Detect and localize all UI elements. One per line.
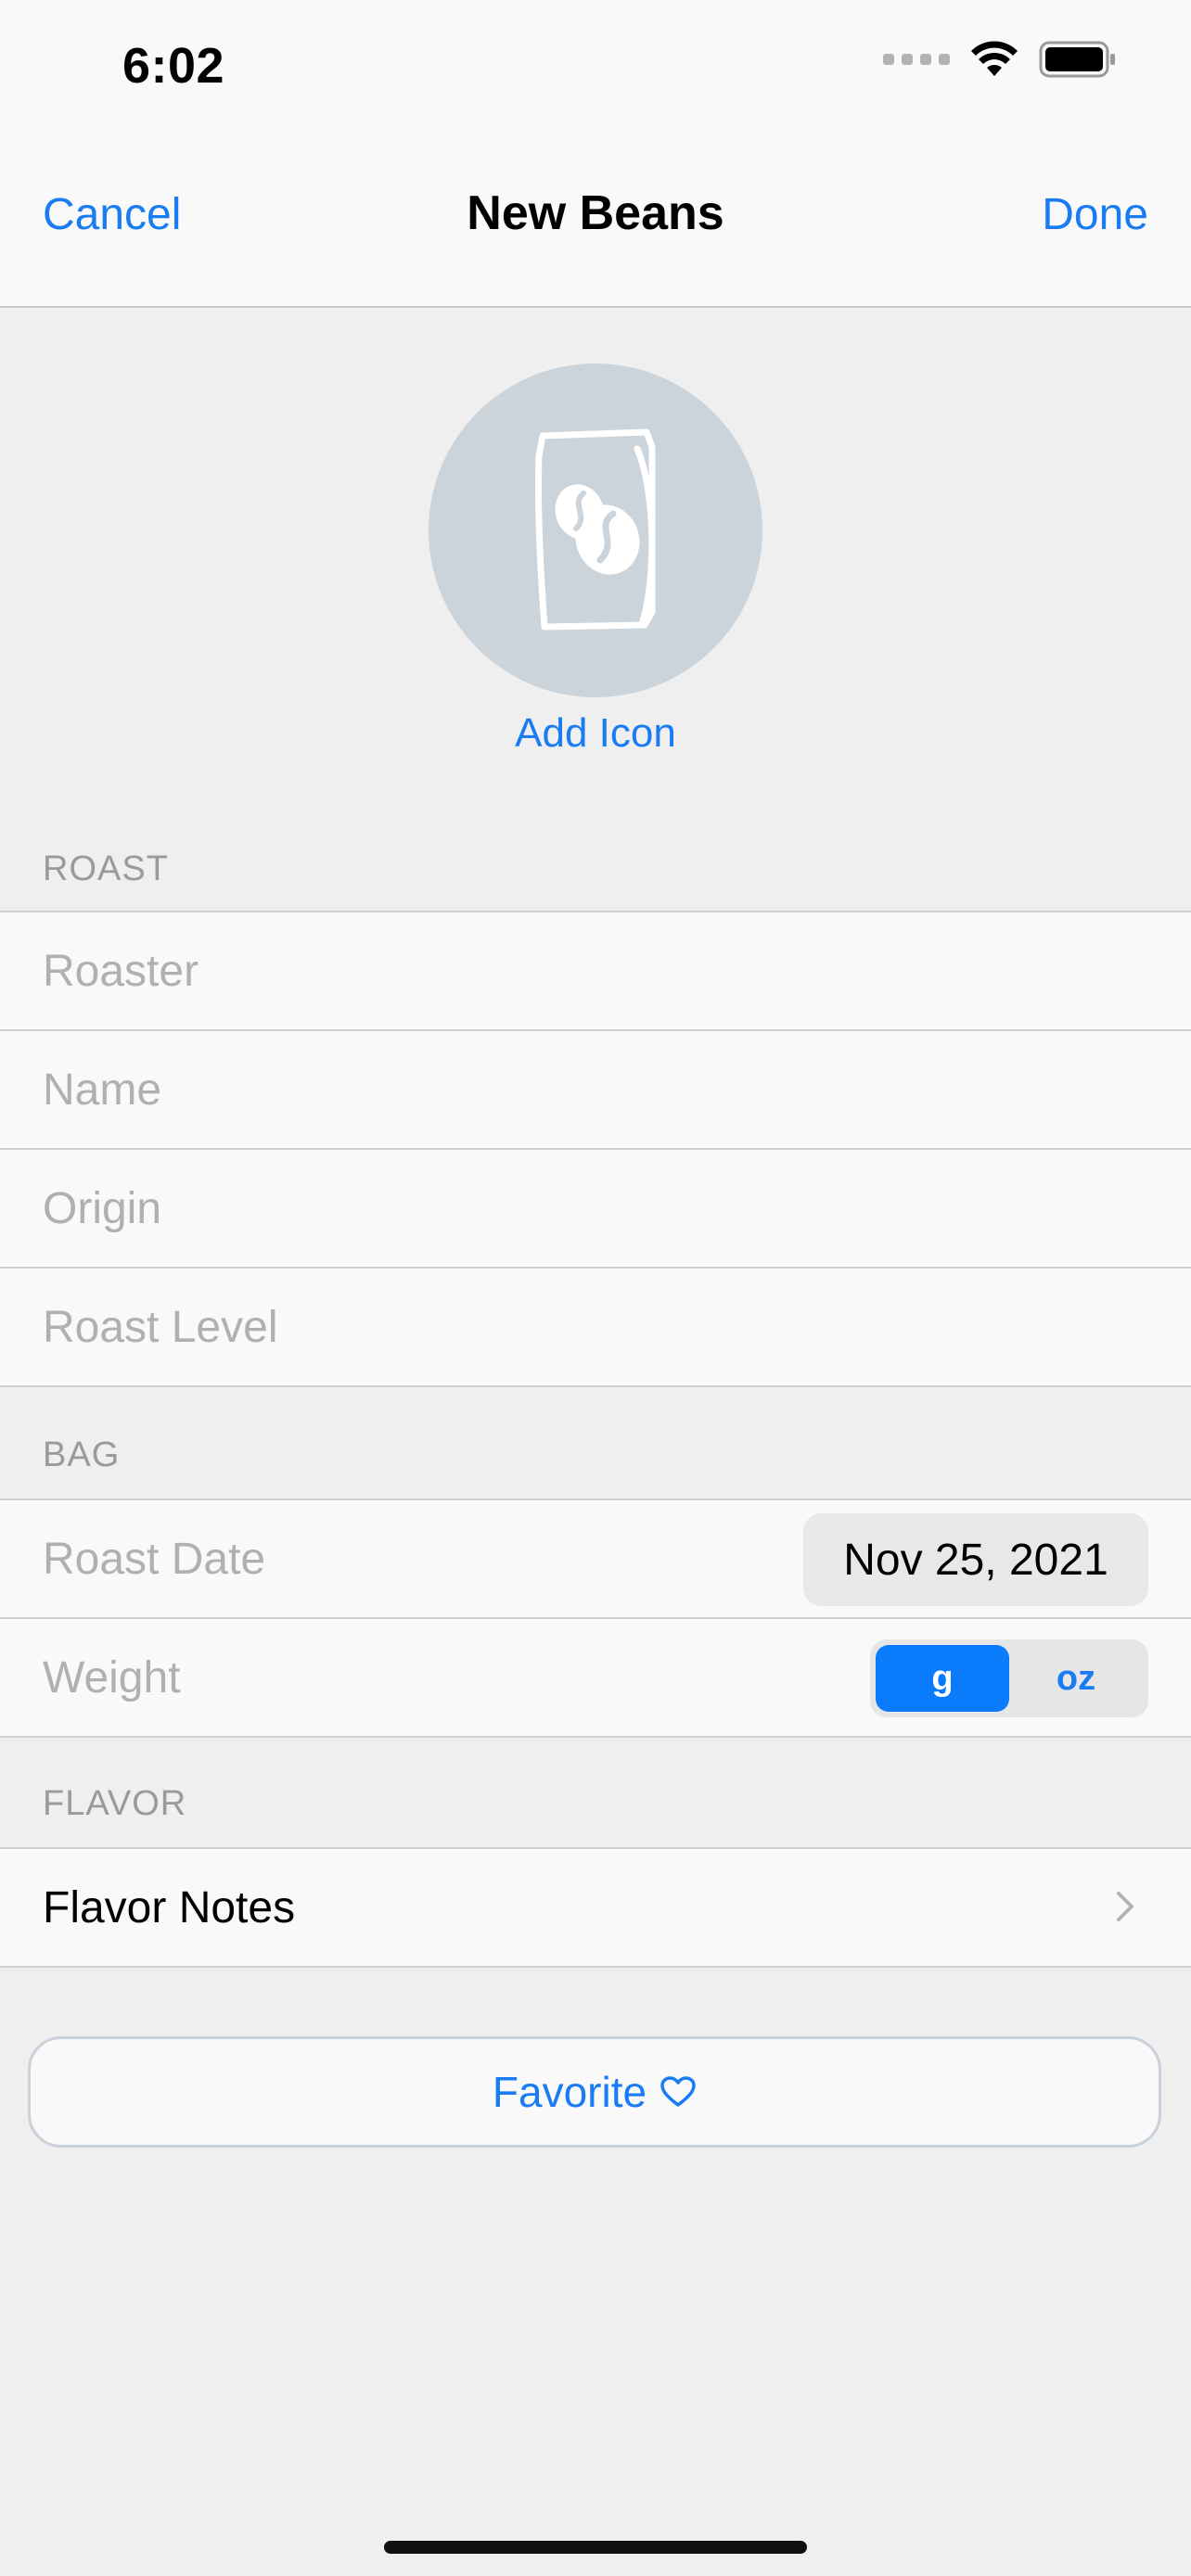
bean-icon-picker[interactable]: [429, 363, 762, 697]
name-field[interactable]: Name: [0, 1031, 1191, 1150]
roaster-placeholder: Roaster: [43, 947, 199, 996]
done-button[interactable]: Done: [1042, 189, 1148, 240]
navigation-bar: Cancel New Beans Done: [0, 130, 1191, 308]
favorite-button[interactable]: Favorite: [28, 2036, 1161, 2148]
roast-level-placeholder: Roast Level: [43, 1303, 278, 1352]
roast-level-field[interactable]: Roast Level: [0, 1269, 1191, 1387]
roaster-field[interactable]: Roaster: [0, 912, 1191, 1031]
roast-date-label: Roast Date: [43, 1535, 266, 1584]
roast-date-picker[interactable]: Nov 25, 2021: [803, 1513, 1148, 1606]
name-placeholder: Name: [43, 1065, 162, 1115]
section-header-roast: ROAST: [43, 849, 169, 888]
unit-segment-g[interactable]: g: [876, 1645, 1009, 1712]
home-indicator[interactable]: [384, 2541, 807, 2554]
coffee-bag-icon: [534, 428, 656, 631]
page-title: New Beans: [467, 186, 724, 240]
cellular-signal-icon: [883, 54, 950, 65]
origin-placeholder: Origin: [43, 1184, 162, 1233]
roast-date-row: Roast Date Nov 25, 2021: [0, 1500, 1191, 1619]
unit-segment-oz[interactable]: oz: [1009, 1645, 1143, 1712]
heart-outline-icon: [660, 2076, 696, 2107]
bag-group: Roast Date Nov 25, 2021 Weight g oz: [0, 1498, 1191, 1738]
status-bar: 6:02: [0, 0, 1191, 130]
section-header-flavor: FLAVOR: [43, 1784, 187, 1823]
flavor-notes-label: Flavor Notes: [43, 1883, 296, 1932]
roast-group: Roaster Name Origin Roast Level: [0, 911, 1191, 1387]
weight-field[interactable]: Weight: [43, 1652, 181, 1703]
battery-icon: [1039, 41, 1115, 78]
favorite-label: Favorite: [492, 2068, 647, 2116]
origin-field[interactable]: Origin: [0, 1150, 1191, 1269]
status-time: 6:02: [122, 38, 225, 94]
weight-unit-segmented-control: g oz: [870, 1639, 1148, 1717]
section-header-bag: BAG: [43, 1435, 121, 1474]
flavor-notes-row[interactable]: Flavor Notes: [0, 1849, 1191, 1968]
weight-row: Weight g oz: [0, 1619, 1191, 1738]
chevron-right-icon: [1117, 1892, 1133, 1921]
flavor-group: Flavor Notes: [0, 1847, 1191, 1968]
add-icon-button[interactable]: Add Icon: [0, 710, 1191, 757]
wifi-icon: [971, 41, 1018, 76]
status-icons: [883, 41, 1117, 78]
